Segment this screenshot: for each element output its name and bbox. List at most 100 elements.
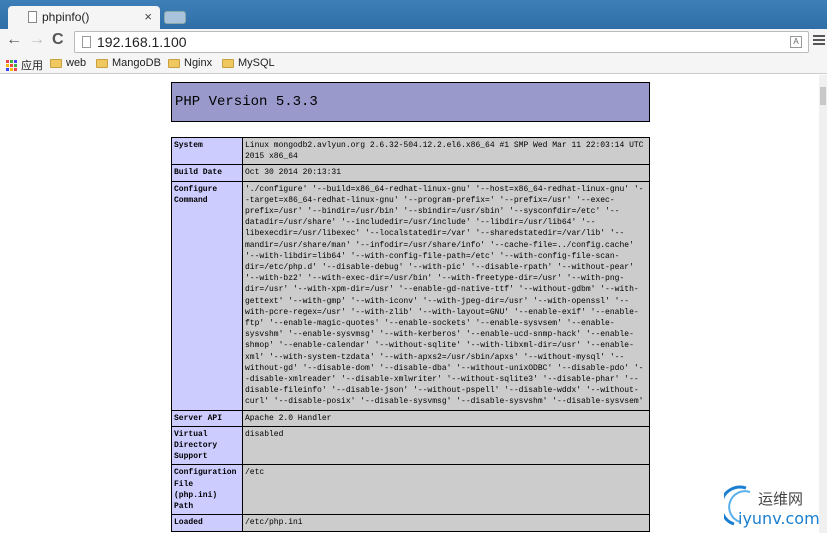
value-line: -target=x86_64-redhat-linux-gnu' '--prog… [245,195,615,205]
row-value: Oct 30 2014 20:13:31 [242,164,650,182]
bookmark-web[interactable]: web [50,57,86,69]
row-label: Configure Command [171,180,243,411]
value-line: dir=/etc/php.d' '--disable-debug' '--wit… [245,263,634,273]
row-value: Apache 2.0 Handler [242,409,650,427]
back-icon[interactable]: ← [6,31,22,49]
row-label: Build Date [171,164,243,182]
toolbar: ← → C 192.168.1.100 A [0,29,827,54]
value-line: 2015 x86_64 [245,152,298,162]
row-value: Linux mongodb2.avlyun.org 2.6.32-504.12.… [242,136,650,166]
value-line: dir=/usr' '--with-xpm-dir=/usr' '--enabl… [245,285,639,295]
value-line: './configure' '--build=x86_64-redhat-lin… [245,184,644,194]
bookmark-label: MySQL [238,57,275,69]
value-line: '--with-libdir=lib64' '--with-config-fil… [245,251,620,261]
watermark-logo: 运维网 iyunv.com [719,484,820,529]
label-line: System [174,141,203,150]
bookmark-mangodb[interactable]: MangoDB [96,57,161,69]
bookmark-apps[interactable]: 应用 [6,57,43,73]
value-line: with-pcre-regex=/usr' '--with-zlib' '--w… [245,307,639,317]
page-icon [82,36,91,48]
scrollbar[interactable] [819,75,827,533]
page-icon [28,11,37,23]
row-label: Server API [171,409,243,427]
value-line: disabled [245,429,284,439]
tab-phpinfo[interactable]: phpinfo() × [8,6,160,29]
tab-strip: phpinfo() × [0,0,827,29]
value-line: shmop' '--enable-calendar' '--without-sq… [245,341,634,351]
value-line: prefix=/usr' '--bindir=/usr/bin' '--sbin… [245,207,620,217]
svg-text:运维网: 运维网 [758,490,803,508]
label-line: Configure [174,184,218,194]
row-label: Configuration File (php.ini) Path [171,464,243,516]
label-line: Build Date [174,168,223,178]
value-line: -disable-xmlreader' '--disable-xmlwriter… [245,375,639,385]
folder-icon [96,58,108,68]
bookmark-label: web [66,57,87,69]
folder-icon [50,58,62,68]
reload-icon[interactable]: C [52,31,64,49]
bookmark-nginx[interactable]: Nginx [168,57,212,69]
row-label: Loaded [171,514,243,532]
tab-title: phpinfo() [42,10,90,24]
table-row: System Linux mongodb2.avlyun.org 2.6.32-5… [171,136,650,166]
row-value: /etc [242,464,650,516]
value-line: without-gd' '--disable-dom' '--disable-d… [245,363,644,373]
folder-icon [222,58,234,68]
label-line: Virtual [174,429,208,439]
row-label: Virtual Directory Support [171,425,243,466]
label-line: Command [174,195,208,205]
table-row: Configuration File (php.ini) Path/etc [171,464,650,516]
value-line: datadir=/usr/share' '--includedir=/usr/i… [245,218,596,228]
table-row: Configure Command './configure' '--build=x… [171,180,650,411]
folder-icon [168,58,180,68]
translate-icon[interactable]: A [790,36,802,48]
url-text[interactable]: 192.168.1.100 [97,34,187,50]
close-tab-icon[interactable]: × [144,9,152,24]
info-table: System Linux mongodb2.avlyun.org 2.6.32-5… [171,136,650,532]
label-line: Configuration [174,468,237,478]
swirl-icon: 运维网 iyunv.com [719,485,820,528]
phpinfo-page: PHP Version 5.3.3 System Linux mongodb2.a… [171,82,650,532]
bookmark-mysql[interactable]: MySQL [222,57,275,69]
label-line: Server API [174,413,223,423]
value-line: xml' '--with-system-tzdata' '--with-apxs… [245,352,625,362]
value-line: mandir=/usr/share/man' '--infodir=/usr/s… [245,240,634,250]
value-line: disable-fileinfo' '--disable-json' '--wi… [245,386,639,396]
row-value: /etc/php.ini [242,514,650,532]
value-line: gettext' '--with-gmp' '--with-iconv' '--… [245,296,630,306]
label-line: (php.ini) [174,490,218,500]
bookmark-label: Nginx [184,57,213,69]
table-row: Loaded/etc/php.ini [171,514,650,532]
value-line: curl' '--disable-posix' '--disable-sysvm… [245,397,644,407]
svg-text:iyunv.com: iyunv.com [738,509,819,528]
table-row: Server API Apache 2.0 Handler [171,409,650,427]
value-line: libexecdir=/usr/libexec' '--localstatedi… [245,229,625,239]
row-value: disabled [242,425,650,466]
page-title: PHP Version 5.3.3 [171,82,650,122]
value-line: sysvshm' '--enable-sysvmsg' '--with-kerb… [245,330,634,340]
value-line: '--with-bz2' '--with-exec-dir=/usr/bin' … [245,274,625,284]
label-line: Support [174,452,208,462]
value-line: Oct 30 2014 20:13:31 [245,168,342,178]
row-value: './configure' '--build=x86_64-redhat-lin… [242,180,650,411]
address-bar[interactable]: 192.168.1.100 A [74,31,809,53]
table-row: Build Date Oct 30 2014 20:13:31 [171,164,650,182]
value-line: /etc [245,468,265,478]
row-label: System [171,136,243,166]
menu-icon[interactable] [813,35,825,47]
value-line: Apache 2.0 Handler [245,413,332,423]
table-row: Virtual Directory Support disabled [171,425,650,466]
label-line: File [174,479,194,489]
bookmarks-bar: 应用 web MangoDB Nginx MySQL [0,54,827,74]
bookmark-label: MangoDB [112,57,161,69]
scrollbar-thumb[interactable] [820,87,826,105]
label-line: Path [174,502,194,512]
label-line: Loaded [174,518,203,528]
value-line: /etc/php.ini [245,518,303,528]
label-line: Directory [174,441,218,451]
value-line: ftp' '--enable-magic-quotes' '--enable-s… [245,319,615,329]
forward-icon[interactable]: → [29,31,45,49]
apps-icon [6,59,17,71]
value-line: Linux mongodb2.avlyun.org 2.6.32-504.12.… [245,141,644,150]
new-tab-button[interactable] [164,11,186,24]
